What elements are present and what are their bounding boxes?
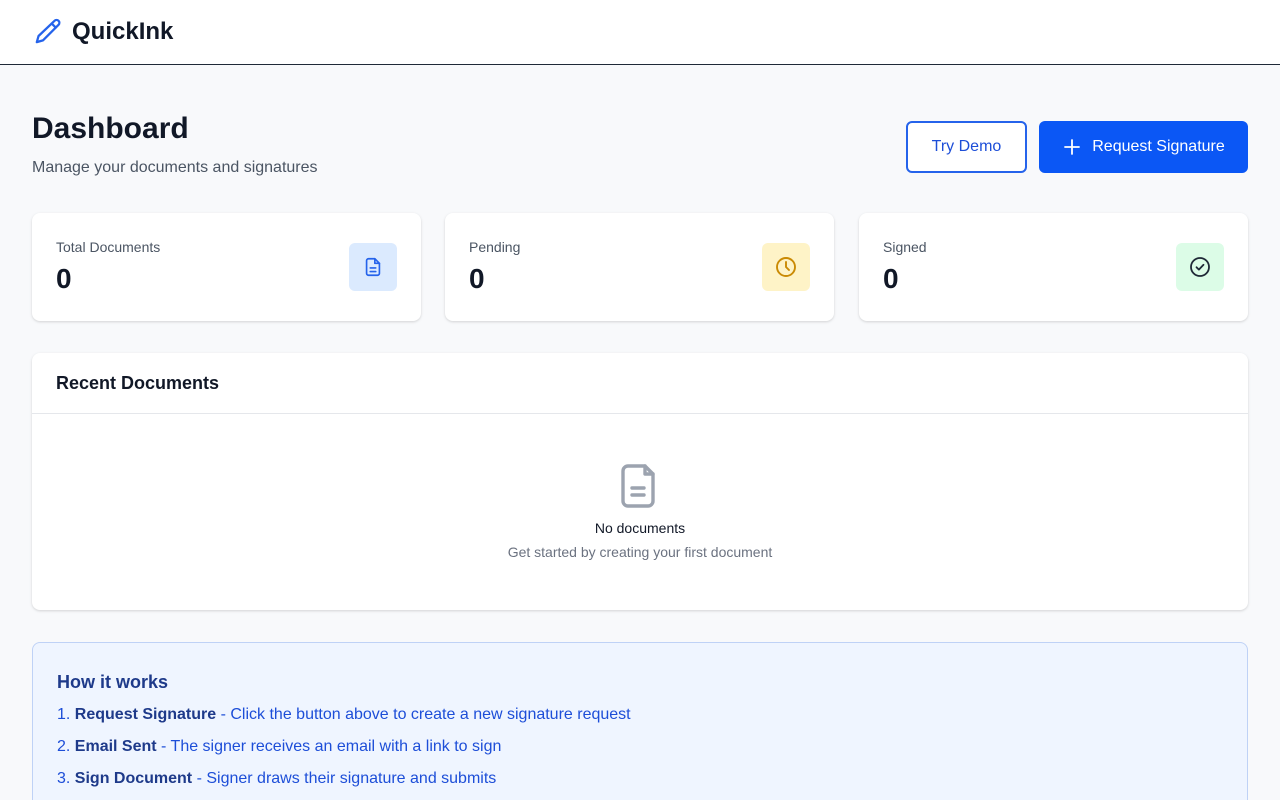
step-number: 3. (57, 770, 71, 787)
stat-value: 0 (469, 263, 485, 294)
plus-icon (1062, 137, 1082, 157)
brand-name[interactable]: QuickInk (72, 18, 173, 46)
stat-value: 0 (56, 263, 72, 294)
document-icon (349, 243, 397, 291)
step-text: - Signer draws their signature and submi… (192, 770, 497, 787)
clock-icon (762, 243, 810, 291)
request-signature-label: Request Signature (1092, 138, 1225, 155)
stat-label: Pending (469, 239, 521, 255)
stat-label: Signed (883, 239, 927, 255)
step-number: 1. (57, 706, 71, 723)
try-demo-button[interactable]: Try Demo (906, 121, 1027, 173)
stat-card-signed: Signed 0 (859, 213, 1248, 321)
stat-card-pending: Pending 0 (445, 213, 834, 321)
request-signature-button[interactable]: Request Signature (1039, 121, 1248, 173)
step-number: 2. (57, 738, 71, 755)
step-title: Request Signature (74, 706, 217, 723)
page-subtitle: Manage your documents and signatures (32, 159, 318, 176)
page-title: Dashboard (32, 112, 189, 145)
page-header: Dashboard Manage your documents and sign… (32, 112, 1248, 182)
how-step: 2. Email Sent - The signer receives an e… (57, 738, 501, 756)
recent-documents-title: Recent Documents (56, 372, 220, 393)
try-demo-label: Try Demo (931, 138, 1002, 155)
check-circle-icon (1176, 243, 1224, 291)
pencil-icon (32, 16, 64, 48)
how-step: 1. Request Signature - Click the button … (57, 706, 631, 724)
document-icon (619, 463, 661, 509)
stat-value: 0 (883, 263, 899, 294)
top-nav-bar: QuickInk (0, 0, 1280, 65)
how-it-works-panel: How it works 1. Request Signature - Clic… (32, 642, 1248, 800)
recent-documents-header: Recent Documents (32, 353, 1248, 414)
step-title: Sign Document (74, 770, 193, 787)
how-it-works-title: How it works (57, 672, 169, 692)
empty-state-subtitle: Get started by creating your first docum… (507, 544, 773, 560)
step-title: Email Sent (74, 738, 157, 755)
stat-label: Total Documents (56, 239, 161, 255)
how-step: 3. Sign Document - Signer draws their si… (57, 770, 496, 788)
empty-state-title: No documents (594, 520, 686, 536)
recent-documents-panel: Recent Documents No documents Get starte… (32, 353, 1248, 610)
step-text: - The signer receives an email with a li… (156, 738, 502, 755)
step-text: - Click the button above to create a new… (216, 706, 631, 723)
stat-card-total-documents: Total Documents 0 (32, 213, 421, 321)
